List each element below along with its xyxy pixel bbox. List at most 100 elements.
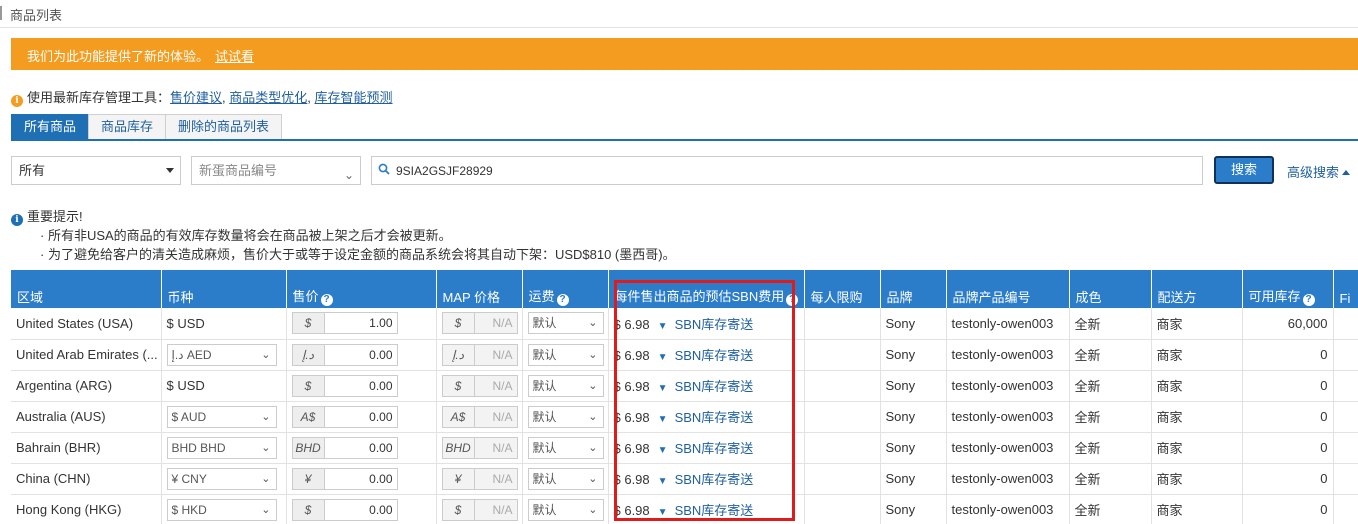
price-input[interactable]: $1.00 xyxy=(291,312,398,335)
tab-deleted-items[interactable]: 删除的商品列表 xyxy=(165,114,283,140)
tools-prefix: 使用最新库存管理工具： xyxy=(27,90,171,105)
cell-brand: Sony xyxy=(880,494,947,524)
price-input[interactable]: A$ 0.00 xyxy=(291,405,398,428)
cell-condition: 全新 xyxy=(1069,339,1152,371)
cell-map: $ N/A xyxy=(436,308,523,340)
sbn-shipping-link[interactable]: SBN库存寄送 xyxy=(675,472,754,487)
new-experience-banner: 我们为此功能提供了新的体验。 试试看 xyxy=(11,38,1358,70)
shipping-select[interactable]: 默认 ⌄ xyxy=(527,374,604,397)
sbn-shipping-link[interactable]: SBN库存寄送 xyxy=(675,317,754,332)
cell-condition: 全新 xyxy=(1069,370,1152,402)
chevron-down-icon: ⌄ xyxy=(261,441,271,454)
cell-shipping: 默认 ⌄ xyxy=(522,432,609,464)
price-input[interactable]: BHD 0.00 xyxy=(291,436,398,459)
cell-currency: $ USD xyxy=(161,308,287,340)
cell-currency: $ HKD ⌄ xyxy=(161,494,287,524)
cell-sbn-fee: $ 6.98 ▼ SBN库存寄送 xyxy=(608,370,805,402)
price-input[interactable]: د.إ 0.00 xyxy=(291,343,398,366)
chevron-down-icon: ⌄ xyxy=(588,379,598,392)
cell-currency: ¥ CNY ⌄ xyxy=(161,463,287,495)
help-icon[interactable]: ? xyxy=(1302,294,1315,306)
cell-available-stock: 0 xyxy=(1242,401,1334,433)
cell-price: $0.00 xyxy=(286,494,437,524)
search-input[interactable] xyxy=(394,160,1184,181)
table-row: Argentina (ARG) $ USD $0.00 $ N/A 默认 ⌄ $ 6.98 ▼ S… xyxy=(11,370,1358,402)
help-icon[interactable]: ? xyxy=(556,294,569,306)
sbn-shipping-link[interactable]: SBN库存寄送 xyxy=(675,441,754,456)
chevron-down-icon[interactable]: ▼ xyxy=(658,414,668,425)
tab-underline xyxy=(11,139,1358,141)
col-header-shipping: 运费? xyxy=(522,270,609,308)
sbn-shipping-link[interactable]: SBN库存寄送 xyxy=(675,348,754,363)
cell-available-stock: 0 xyxy=(1242,463,1334,495)
cell-condition: 全新 xyxy=(1069,463,1152,495)
table-row: Bahrain (BHR) BHD BHD ⌄ BHD 0.00 BHD N/A 默认 ⌄ $ 6… xyxy=(11,432,1358,464)
tool-link-category-optimization[interactable]: 商品类型优化 xyxy=(229,90,307,105)
cell-map: ¥ N/A xyxy=(436,463,523,495)
help-icon[interactable]: ? xyxy=(320,294,333,306)
tab-all-items[interactable]: 所有商品 xyxy=(11,114,90,140)
advanced-search-toggle[interactable]: 高级搜索 xyxy=(1287,162,1351,181)
cell-available-stock: 60,000 xyxy=(1242,308,1334,340)
tool-link-inventory-forecast[interactable]: 库存智能预测 xyxy=(315,90,393,105)
cell-shipping: 默认 ⌄ xyxy=(522,370,609,402)
product-table-wrapper: 区域 币种 售价? MAP 价格 运费? 每件售出商品的预估SBN费用? 每人限… xyxy=(11,270,1358,524)
sku-type-select[interactable]: 新蛋商品编号 ⌄ xyxy=(191,156,361,185)
cell-condition: 全新 xyxy=(1069,308,1152,340)
page-title: 商品列表 xyxy=(10,8,63,23)
shipping-select[interactable]: 默认 ⌄ xyxy=(527,467,604,490)
help-icon[interactable]: ? xyxy=(786,294,799,306)
cell-sbn-fee: $ 6.98 ▼ SBN库存寄送 xyxy=(608,401,805,433)
cell-region: Bahrain (BHR) xyxy=(11,432,162,464)
cell-region: United Arab Emirates (... xyxy=(11,339,162,371)
col-header-condition: 成色 xyxy=(1069,270,1152,308)
search-button[interactable]: 搜索 xyxy=(1214,156,1274,184)
chevron-down-icon[interactable]: ▼ xyxy=(658,445,668,456)
sbn-shipping-link[interactable]: SBN库存寄送 xyxy=(675,379,754,394)
chevron-down-icon[interactable]: ▼ xyxy=(658,321,668,332)
map-price-input: $ N/A xyxy=(441,374,518,397)
sbn-shipping-link[interactable]: SBN库存寄送 xyxy=(675,503,754,518)
chevron-down-icon: ⌄ xyxy=(588,472,598,485)
cell-more xyxy=(1333,494,1358,524)
cell-region: China (CHN) xyxy=(11,463,162,495)
cell-price: A$ 0.00 xyxy=(286,401,437,433)
currency-select[interactable]: BHD BHD ⌄ xyxy=(166,436,277,459)
chevron-down-icon[interactable]: ▼ xyxy=(658,383,668,394)
tool-link-price-suggestion[interactable]: 售价建议 xyxy=(170,90,222,105)
cell-condition: 全新 xyxy=(1069,401,1152,433)
sbn-shipping-link[interactable]: SBN库存寄送 xyxy=(675,410,754,425)
cell-shipping: 默认 ⌄ xyxy=(522,463,609,495)
cell-map: $ N/A xyxy=(436,494,523,524)
inventory-tools-line: i 使用最新库存管理工具：售价建议, 商品类型优化, 库存智能预测 xyxy=(11,87,393,107)
currency-select[interactable]: $ AUD ⌄ xyxy=(166,405,277,428)
shipping-select[interactable]: 默认 ⌄ xyxy=(527,343,604,366)
notice-title: 重要提示! xyxy=(27,209,83,224)
currency-select[interactable]: د.إ AED ⌄ xyxy=(166,343,277,366)
price-input[interactable]: $0.00 xyxy=(291,498,398,521)
chevron-down-icon[interactable]: ▼ xyxy=(658,507,668,518)
cell-price: $1.00 xyxy=(286,308,437,340)
shipping-select[interactable]: 默认 ⌄ xyxy=(527,405,604,428)
currency-select[interactable]: ¥ CNY ⌄ xyxy=(166,467,277,490)
cell-fulfillment: 商家 xyxy=(1151,494,1243,524)
price-input[interactable]: $0.00 xyxy=(291,374,398,397)
shipping-select[interactable]: 默认 ⌄ xyxy=(527,312,604,335)
cell-brand: Sony xyxy=(880,339,947,371)
try-it-link[interactable]: 试试看 xyxy=(215,46,254,65)
tab-inventory[interactable]: 商品库存 xyxy=(88,114,167,140)
chevron-down-icon[interactable]: ▼ xyxy=(658,476,668,487)
chevron-down-icon[interactable]: ▼ xyxy=(658,352,668,363)
status-select[interactable]: 所有 xyxy=(11,156,181,185)
cell-shipping: 默认 ⌄ xyxy=(522,494,609,524)
price-input[interactable]: ¥0.00 xyxy=(291,467,398,490)
map-price-input: A$ N/A xyxy=(441,405,518,428)
shipping-select[interactable]: 默认 ⌄ xyxy=(527,498,604,521)
cell-price: $0.00 xyxy=(286,370,437,402)
cell-region: Argentina (ARG) xyxy=(11,370,162,402)
cell-mfr-part: testonly-owen003 xyxy=(946,463,1070,495)
chevron-down-icon: ⌄ xyxy=(588,317,598,330)
table-row: Hong Kong (HKG) $ HKD ⌄ $0.00 $ N/A 默认 ⌄ $ 6.98 ▼… xyxy=(11,494,1358,524)
currency-select[interactable]: $ HKD ⌄ xyxy=(166,498,277,521)
shipping-select[interactable]: 默认 ⌄ xyxy=(527,436,604,459)
